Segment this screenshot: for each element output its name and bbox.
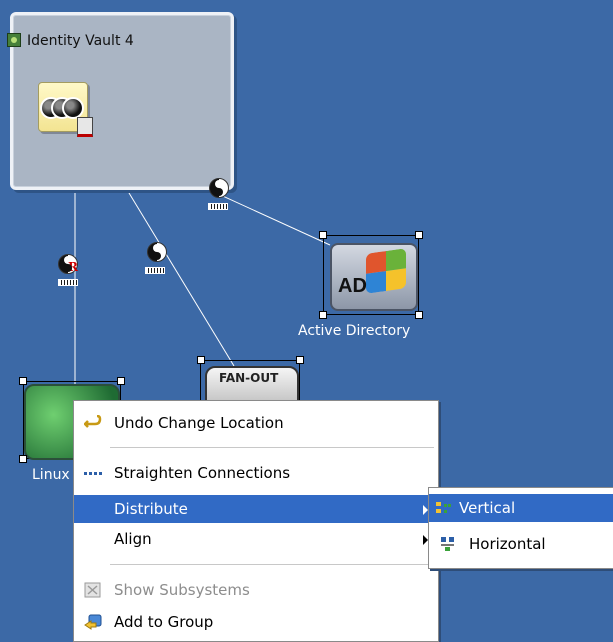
menu-item-undo-change-location[interactable]: Undo Change Location xyxy=(74,409,438,437)
selection-handle[interactable] xyxy=(319,231,327,239)
active-directory-label: Active Directory xyxy=(298,323,411,339)
vault-badge-icon xyxy=(7,33,21,47)
distribute-submenu: Vertical Horizontal xyxy=(428,487,613,569)
identity-vault-group[interactable]: Identity Vault 4 xyxy=(7,12,234,190)
fanout-label: FAN-OUT xyxy=(219,371,279,385)
selection-handle[interactable] xyxy=(19,455,27,463)
driver-connector-icon xyxy=(58,279,78,286)
subsystems-icon xyxy=(84,582,101,598)
context-menu: Undo Change Location Straighten Connecti… xyxy=(73,400,439,642)
driver-yin-yang-icon[interactable] xyxy=(147,242,167,262)
straighten-icon xyxy=(84,472,102,475)
driver-connector-icon xyxy=(145,267,165,274)
menu-separator xyxy=(110,564,434,565)
driver-connector-icon xyxy=(208,203,228,210)
undo-icon xyxy=(84,415,102,428)
menu-item-horizontal[interactable]: Horizontal xyxy=(429,530,613,558)
distribute-vertical-icon xyxy=(436,502,451,513)
identity-vault-icon[interactable] xyxy=(38,82,93,137)
menu-item-vertical[interactable]: Vertical xyxy=(429,494,613,522)
driver-yin-yang-icon[interactable] xyxy=(209,178,229,198)
group-icon xyxy=(84,614,102,630)
menu-item-align[interactable]: Align xyxy=(74,525,438,553)
linux-label: Linux xyxy=(32,467,70,483)
selection-handle[interactable] xyxy=(117,377,125,385)
selection-handle[interactable] xyxy=(197,356,205,364)
active-directory-node[interactable]: AD xyxy=(330,243,418,311)
menu-item-distribute[interactable]: Distribute xyxy=(74,495,438,523)
menu-item-show-subsystems[interactable]: Show Subsystems xyxy=(74,576,438,604)
document-icon xyxy=(77,117,93,137)
ad-icon-text: AD xyxy=(338,275,367,297)
distribute-horizontal-icon xyxy=(441,537,454,551)
menu-separator xyxy=(110,447,434,448)
selection-handle[interactable] xyxy=(296,356,304,364)
selection-handle[interactable] xyxy=(319,311,327,319)
remote-driver-icon[interactable]: R xyxy=(58,254,78,274)
vault-title: Identity Vault 4 xyxy=(27,33,134,49)
selection-handle[interactable] xyxy=(415,231,423,239)
menu-item-straighten-connections[interactable]: Straighten Connections xyxy=(74,459,438,487)
selection-handle[interactable] xyxy=(19,377,27,385)
windows-flag-icon xyxy=(366,248,406,294)
selection-handle[interactable] xyxy=(415,311,423,319)
